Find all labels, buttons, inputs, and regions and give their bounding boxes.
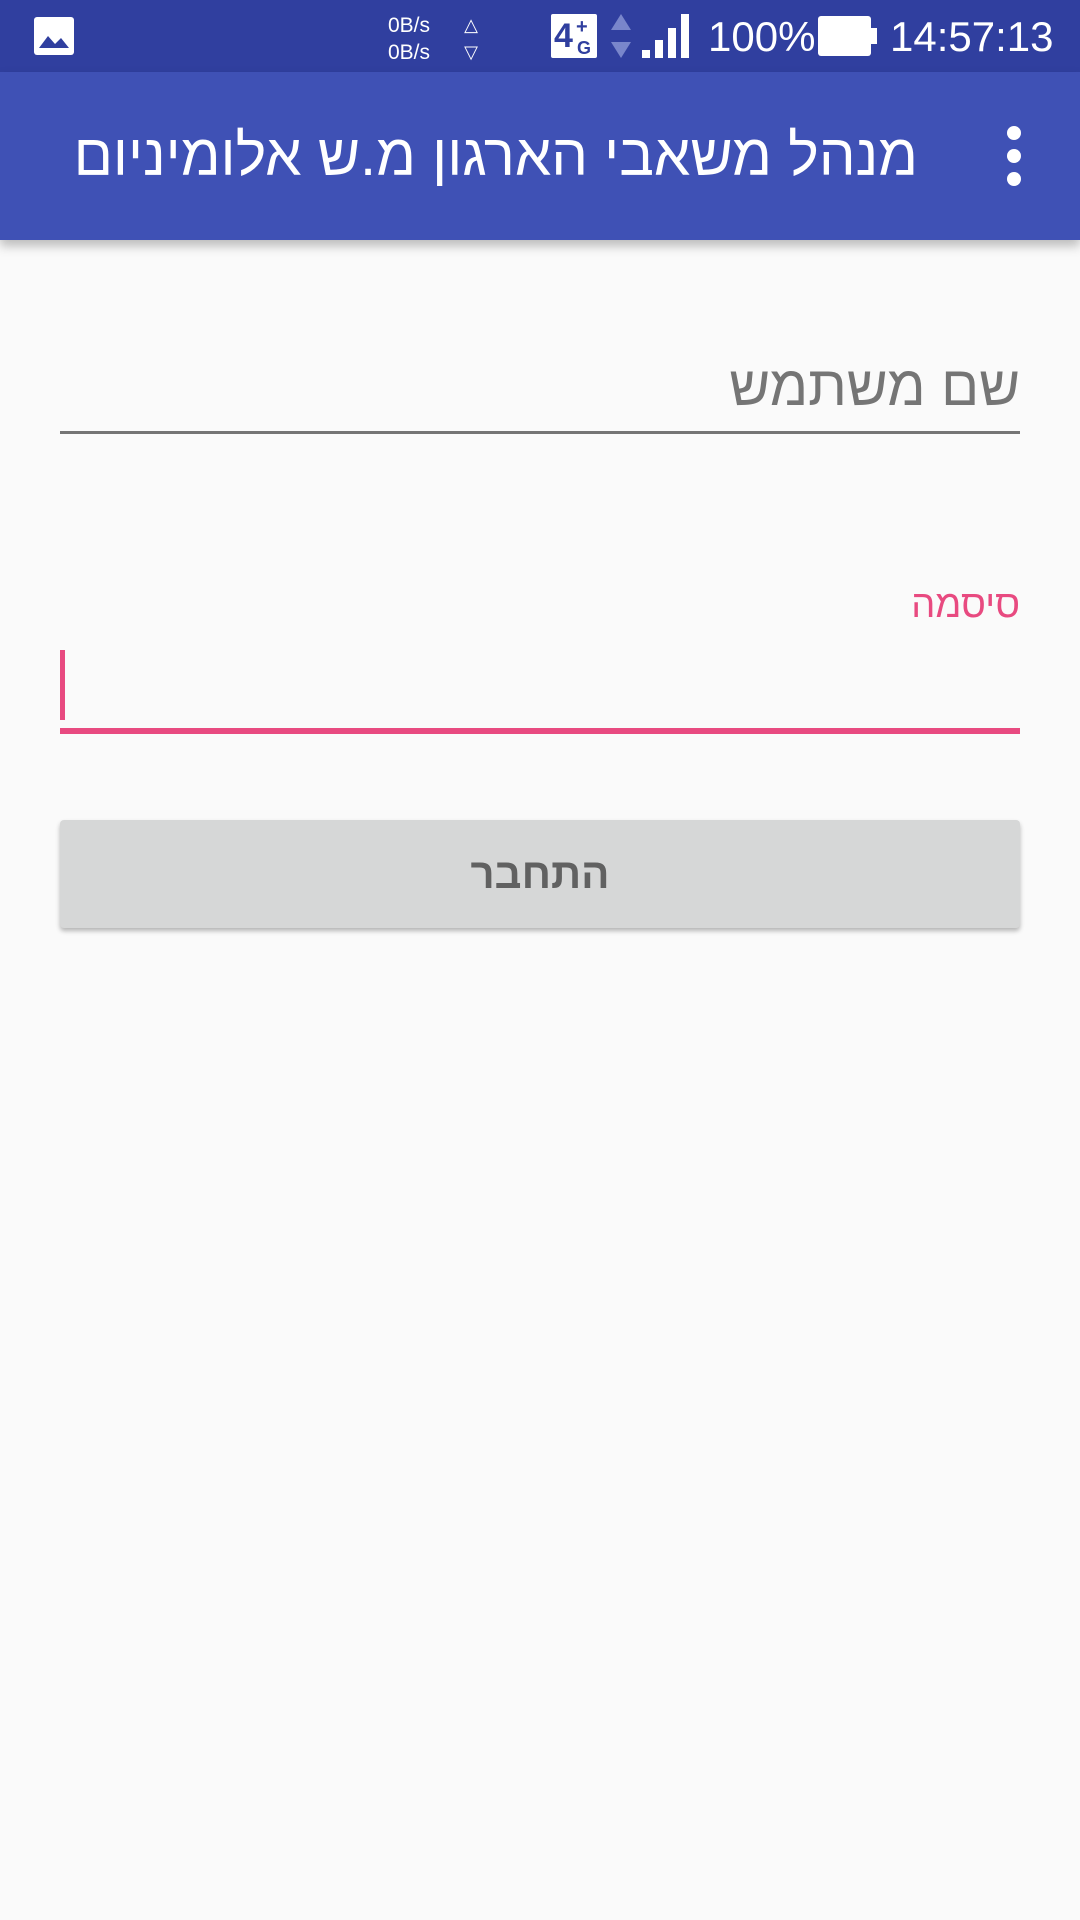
upload-arrow-icon: △	[464, 15, 478, 35]
login-button-label: התחבר	[470, 850, 610, 897]
password-field[interactable]	[60, 640, 1020, 734]
text-cursor	[60, 650, 65, 720]
status-bar: 0B/s △ 0B/s ▽ 4 + G 100% 14:57:13	[0, 0, 1080, 72]
menu-dot	[1007, 126, 1021, 140]
network-speed: 0B/s △ 0B/s ▽	[388, 12, 478, 66]
download-speed: 0B/s	[388, 41, 431, 64]
battery-percent: 100%	[708, 13, 816, 60]
username-field[interactable]: שם משתמש	[60, 340, 1020, 434]
login-button[interactable]: התחבר	[60, 820, 1020, 928]
username-underline	[60, 431, 1020, 434]
app-bar: מנהל משאבי הארגון מ.ש אלומיניום	[0, 72, 1080, 240]
status-time: 14:57:13	[890, 13, 1054, 60]
battery-full-icon	[818, 16, 877, 56]
4g-plus-icon: 4 + G	[551, 14, 597, 58]
signal-bars-icon	[642, 14, 689, 58]
page-title: מנהל משאבי הארגון מ.ש אלומיניום	[73, 123, 918, 188]
username-placeholder: שם משתמש	[729, 354, 1020, 417]
password-underline	[60, 728, 1020, 734]
menu-dot	[1007, 172, 1021, 186]
image-icon	[34, 17, 74, 55]
updown-arrows-icon	[611, 14, 631, 58]
password-label: סיסמה	[911, 584, 1020, 626]
download-arrow-icon: ▽	[464, 42, 478, 62]
menu-dot	[1007, 149, 1021, 163]
more-vert-icon[interactable]	[990, 126, 1038, 186]
upload-speed: 0B/s	[388, 14, 431, 37]
network-digit: 4	[554, 17, 573, 55]
network-g: G	[577, 38, 592, 58]
